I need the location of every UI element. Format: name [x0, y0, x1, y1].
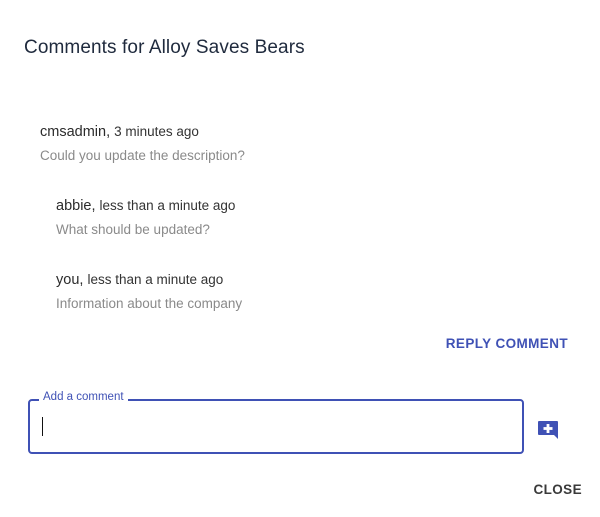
comment-text: Information about the company: [56, 296, 243, 311]
comment-header: you, less than a minute ago: [56, 272, 224, 288]
dialog-title: Comments for Alloy Saves Bears: [24, 37, 305, 58]
comment-item: you, less than a minute ago Information …: [56, 272, 242, 311]
text-caret: [42, 417, 43, 436]
comment-author: cmsadmin: [40, 124, 107, 140]
comment-item: cmsadmin, 3 minutes ago Could you update…: [40, 124, 245, 163]
reply-comment-button[interactable]: REPLY COMMENT: [446, 334, 568, 353]
comment-time: less than a minute ago: [99, 198, 236, 213]
add-comment-field[interactable]: Add a comment: [28, 391, 524, 454]
comment-header: cmsadmin, 3 minutes ago: [40, 124, 199, 140]
comment-item: abbie, less than a minute ago What shoul…: [56, 198, 235, 237]
comment-time: 3 minutes ago: [114, 124, 199, 139]
comment-header: abbie, less than a minute ago: [56, 198, 236, 214]
close-button[interactable]: CLOSE: [533, 480, 582, 499]
comment-text: Could you update the description?: [40, 148, 245, 163]
comment-author: abbie: [56, 198, 92, 214]
comment-author: you: [56, 272, 80, 288]
add-comment-label: Add a comment: [39, 391, 128, 403]
add-comment-button[interactable]: [536, 418, 560, 442]
comment-text: What should be updated?: [56, 222, 210, 237]
comments-dialog: Comments for Alloy Saves Bears cmsadmin,…: [0, 0, 600, 517]
comment-time: less than a minute ago: [87, 272, 224, 287]
add-comment-input[interactable]: [40, 413, 514, 441]
add-comment-icon: [538, 421, 558, 439]
